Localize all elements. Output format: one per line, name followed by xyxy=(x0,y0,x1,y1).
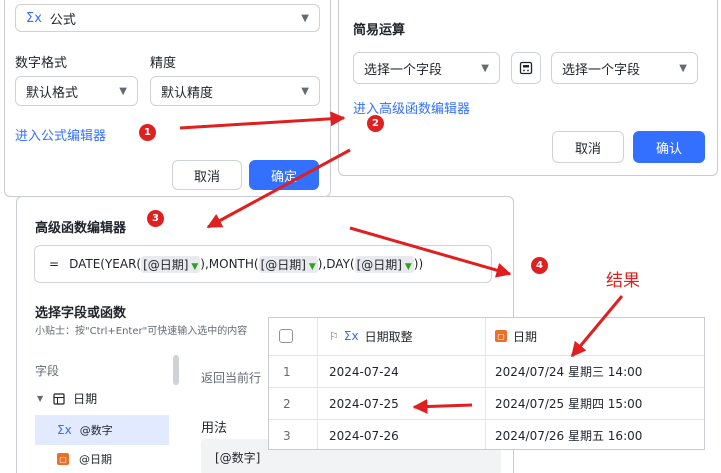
row-index: 3 xyxy=(283,428,291,443)
chevron-down-icon: ▼ xyxy=(679,62,687,74)
cell-rounded-date[interactable]: 2024-07-24 xyxy=(329,356,399,387)
return-description: 返回当前行 xyxy=(201,371,262,385)
simple-operation-panel: 简易运算 选择一个字段 ▼ 选择一个字段 ▼ 进入高级函数编辑器 取消 确认 xyxy=(338,0,718,176)
usage-code: [@数字] xyxy=(215,451,261,465)
shortcut-tip: 小贴士：按"Ctrl+Enter"可快速输入选中的内容 xyxy=(35,326,248,337)
chevron-down-icon: ▼ xyxy=(188,261,199,272)
confirm-button[interactable]: 确定 xyxy=(249,160,319,190)
step-badge-4: 4 xyxy=(531,257,548,274)
formula-icon: Σx xyxy=(343,329,359,343)
enter-formula-editor-link[interactable]: 进入公式编辑器 xyxy=(15,125,106,144)
cell-date[interactable]: 2024/07/26 星期五 16:00 xyxy=(495,420,642,451)
formula-input[interactable]: = DATE(YEAR( [@日期] ▼ ),MONTH( [@日期] ▼ ),… xyxy=(34,245,492,283)
formula-part: ),MONTH( xyxy=(200,257,259,271)
formula-part: ),DAY( xyxy=(317,257,355,271)
operator-button[interactable] xyxy=(511,52,541,84)
select-all-checkbox[interactable] xyxy=(279,329,293,343)
field-chip[interactable]: [@日期] ▼ xyxy=(141,255,201,273)
formula-icon: Σx xyxy=(57,423,72,437)
row-index: 1 xyxy=(283,364,291,379)
enter-advanced-editor-link[interactable]: 进入高级函数编辑器 xyxy=(353,98,470,117)
result-label: 结果 xyxy=(606,271,640,291)
step-badge-1: 1 xyxy=(139,124,156,141)
simple-operation-title: 简易运算 xyxy=(353,23,406,38)
date-field-icon: ▢ xyxy=(495,330,507,342)
chevron-down-icon: ▼ xyxy=(305,261,316,272)
step-badge-2: 2 xyxy=(367,115,384,132)
chevron-down-icon: ▼ xyxy=(301,12,309,24)
formula-part: )) xyxy=(413,257,424,271)
cancel-button[interactable]: 取消 xyxy=(172,160,242,190)
advanced-editor-title: 高级函数编辑器 xyxy=(35,221,127,236)
date-field-icon: ▢ xyxy=(57,453,69,465)
cell-date[interactable]: 2024/07/24 星期三 14:00 xyxy=(495,356,642,387)
tree-group-date[interactable]: ▼ 日期 xyxy=(37,390,97,407)
field-settings-panel: Σx 公式 ▼ 数字格式 精度 默认格式 ▼ 默认精度 ▼ 进入公式编辑器 取消… xyxy=(4,0,331,197)
column-header-rounded[interactable]: ⚐ Σx 日期取整 xyxy=(329,318,485,354)
column-header-label: 日期取整 xyxy=(364,329,413,344)
tree-item-number[interactable]: Σx @数字 xyxy=(35,415,169,445)
tree-item-label: @日期 xyxy=(79,453,112,466)
field-select-left[interactable]: 选择一个字段 ▼ xyxy=(353,52,500,84)
formula-equals: = xyxy=(49,257,60,271)
scrollbar[interactable] xyxy=(173,355,179,385)
cell-rounded-date[interactable]: 2024-07-25 xyxy=(329,388,399,419)
field-chip-label: [@日期] xyxy=(143,257,189,272)
formula-part: DATE(YEAR( xyxy=(69,257,142,271)
chevron-down-icon: ▼ xyxy=(481,62,489,74)
formula-icon: Σx xyxy=(26,10,42,26)
number-format-value: 默认格式 xyxy=(26,85,79,101)
flag-icon: ⚐ xyxy=(329,329,339,343)
precision-value: 默认精度 xyxy=(161,85,214,101)
caret-down-icon: ▼ xyxy=(37,394,44,403)
table-header: ⚐ Σx 日期取整 ▢ 日期 xyxy=(269,318,704,354)
formula-type-select[interactable]: Σx 公式 ▼ xyxy=(15,4,320,32)
field-chip-label: [@日期] xyxy=(260,257,306,272)
field-chip[interactable]: [@日期] ▼ xyxy=(258,255,318,273)
number-format-select[interactable]: 默认格式 ▼ xyxy=(15,76,138,106)
usage-label: 用法 xyxy=(201,421,228,436)
field-chip[interactable]: [@日期] ▼ xyxy=(354,255,414,273)
chevron-down-icon: ▼ xyxy=(119,85,127,97)
field-select-right-value: 选择一个字段 xyxy=(562,62,641,78)
precision-select[interactable]: 默认精度 ▼ xyxy=(150,76,320,106)
table-row[interactable]: 3 2024-07-26 2024/07/26 星期五 16:00 xyxy=(269,419,704,451)
field-header: 字段 xyxy=(35,364,60,378)
cancel-button[interactable]: 取消 xyxy=(552,131,624,163)
step-badge-3: 3 xyxy=(147,210,164,227)
chevron-down-icon: ▼ xyxy=(301,85,309,97)
tree-item-date[interactable]: ▢ @日期 xyxy=(35,451,112,467)
table-row[interactable]: 2 2024-07-25 2024/07/25 星期四 15:00 xyxy=(269,387,704,419)
column-header-label: 日期 xyxy=(513,329,538,344)
precision-label: 精度 xyxy=(150,56,177,71)
chevron-down-icon: ▼ xyxy=(401,261,412,272)
result-table: ⚐ Σx 日期取整 ▢ 日期 1 2024-07-24 2024/07/24 星… xyxy=(268,317,705,450)
column-header-date[interactable]: ▢ 日期 xyxy=(495,318,695,354)
field-chip-label: [@日期] xyxy=(356,257,402,272)
field-select-right[interactable]: 选择一个字段 ▼ xyxy=(551,52,698,84)
row-index: 2 xyxy=(283,396,291,411)
table-icon xyxy=(53,392,65,405)
select-field-title: 选择字段或函数 xyxy=(35,306,127,321)
tree-group-label: 日期 xyxy=(73,392,98,406)
field-select-left-value: 选择一个字段 xyxy=(364,62,443,78)
confirm-button[interactable]: 确认 xyxy=(633,131,705,163)
number-format-label: 数字格式 xyxy=(15,56,68,71)
table-row[interactable]: 1 2024-07-24 2024/07/24 星期三 14:00 xyxy=(269,355,704,387)
cell-date[interactable]: 2024/07/25 星期四 15:00 xyxy=(495,388,642,419)
calculator-icon xyxy=(519,61,533,75)
tree-item-label: @数字 xyxy=(79,424,113,437)
formula-type-value: 公式 xyxy=(49,12,76,28)
cell-rounded-date[interactable]: 2024-07-26 xyxy=(329,420,399,451)
